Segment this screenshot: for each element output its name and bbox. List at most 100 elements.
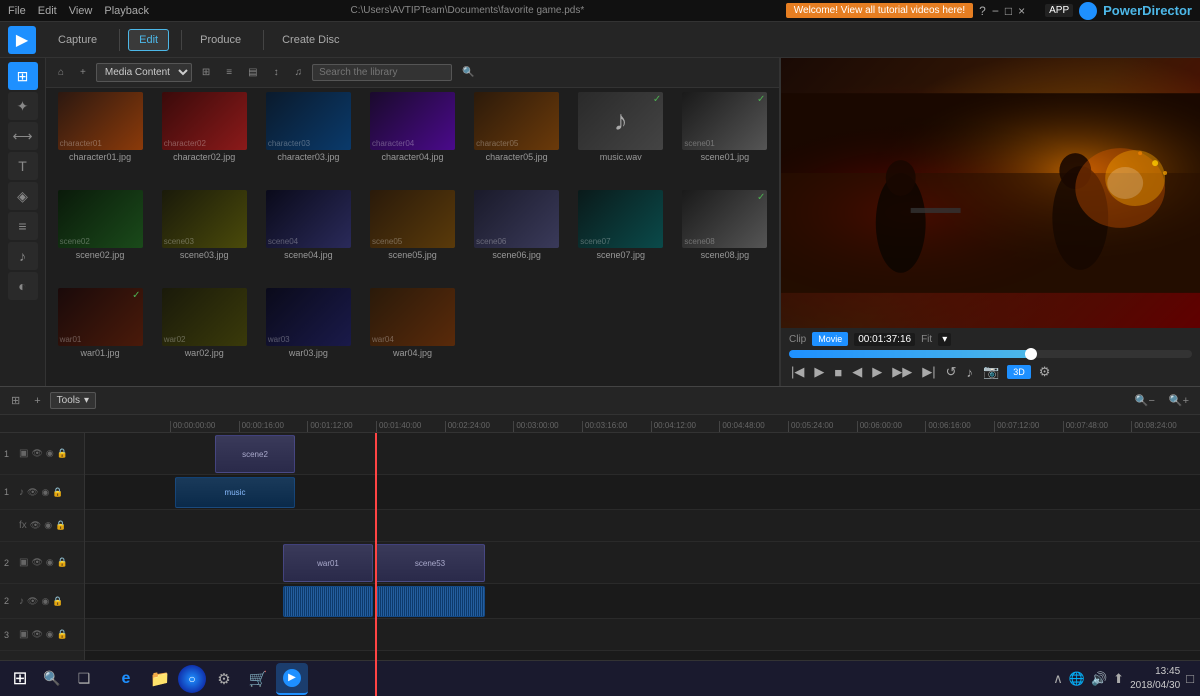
media-item-war2[interactable]: war02war02.jpg [154, 288, 254, 382]
media-item-war4[interactable]: war04war04.jpg [362, 288, 462, 382]
loop-btn[interactable]: ↺ [944, 362, 959, 382]
taskbar-store[interactable]: 🛒 [242, 663, 274, 695]
media-item-scene5[interactable]: scene05scene05.jpg [362, 190, 462, 284]
track-visibility-4[interactable]: 👁 [27, 596, 38, 607]
sidebar-color-icon[interactable]: ◐ [8, 272, 38, 300]
timeline-clip-1[interactable]: music [175, 477, 295, 508]
track-content[interactable]: scene2musicwar01scene53 [85, 433, 1200, 696]
track-visibility-1[interactable]: 👁 [27, 487, 38, 498]
tray-chevron[interactable]: ∧ [1053, 671, 1063, 687]
taskbar-explorer[interactable]: 📁 [144, 663, 176, 695]
timeline-clip-5[interactable] [375, 586, 485, 617]
track-mute-4[interactable]: ◉ [41, 596, 49, 607]
media-item-char2[interactable]: character02character02.jpg [154, 92, 254, 186]
track-mute-5[interactable]: ◉ [46, 629, 54, 640]
track-lock-4[interactable]: 🔒 [52, 596, 63, 607]
media-search-input[interactable] [312, 64, 452, 81]
track-row-2[interactable] [85, 510, 1200, 542]
timeline-add-btn[interactable]: + [29, 393, 45, 409]
search-button[interactable]: 🔍 [38, 665, 66, 693]
track-lock-0[interactable]: 🔒 [57, 448, 68, 459]
media-item-char1[interactable]: character01character01.jpg [50, 92, 150, 186]
media-content-dropdown[interactable]: Media Content [96, 63, 192, 82]
media-item-scene8[interactable]: scene08✓scene08.jpg [675, 190, 775, 284]
stop-btn[interactable]: ■ [832, 363, 844, 382]
prev-frame-btn[interactable]: ◀ [850, 362, 864, 382]
track-mute-0[interactable]: ◉ [46, 448, 54, 459]
next-frame-btn[interactable]: ▶ [870, 362, 884, 382]
media-item-char4[interactable]: character04character04.jpg [362, 92, 462, 186]
track-visibility-5[interactable]: 👁 [31, 629, 42, 640]
media-item-war3[interactable]: war03war03.jpg [258, 288, 358, 382]
track-visibility-0[interactable]: 👁 [31, 448, 42, 459]
sidebar-audio-icon[interactable]: ♪ [8, 242, 38, 270]
go-start-btn[interactable]: |◀ [789, 362, 806, 382]
taskbar-powerdirector[interactable]: ▶ [276, 663, 308, 695]
sidebar-text-icon[interactable]: T [8, 152, 38, 180]
menu-file[interactable]: File [8, 5, 26, 17]
track-lock-3[interactable]: 🔒 [57, 557, 68, 568]
media-item-scene2[interactable]: scene02scene02.jpg [50, 190, 150, 284]
media-sort-btn[interactable]: ↕ [268, 65, 285, 80]
media-item-scene7[interactable]: scene07scene07.jpg [571, 190, 671, 284]
sidebar-media-icon[interactable]: ⊞ [8, 62, 38, 90]
play-btn[interactable]: ▶ [812, 362, 826, 382]
media-item-scene1[interactable]: scene01✓scene01.jpg [675, 92, 775, 186]
media-item-scene4[interactable]: scene04scene04.jpg [258, 190, 358, 284]
audio-btn[interactable]: ♪ [965, 363, 976, 382]
media-item-music[interactable]: ♪✓music.wav [571, 92, 671, 186]
media-item-scene6[interactable]: scene06scene06.jpg [467, 190, 567, 284]
track-row-5[interactable] [85, 619, 1200, 651]
maximize-btn[interactable]: □ [1005, 4, 1012, 18]
settings-btn[interactable]: ⚙ [1037, 362, 1053, 382]
sidebar-chapter-icon[interactable]: ◈ [8, 182, 38, 210]
media-item-char3[interactable]: character03character03.jpg [258, 92, 358, 186]
media-view-btn3[interactable]: ▤ [242, 65, 263, 80]
menu-view[interactable]: View [69, 5, 93, 17]
media-view-btn2[interactable]: ≡ [220, 65, 238, 80]
screenshot-btn[interactable]: 📷 [981, 362, 1001, 382]
track-mute-3[interactable]: ◉ [46, 557, 54, 568]
track-visibility-3[interactable]: 👁 [31, 557, 42, 568]
timeline-tools-dropdown[interactable]: Tools ▾ [50, 392, 96, 409]
help-btn[interactable]: ? [979, 4, 986, 18]
produce-button[interactable]: Produce [190, 30, 251, 50]
fast-fwd-btn[interactable]: ▶▶ [890, 362, 914, 382]
minimize-btn[interactable]: − [992, 4, 999, 18]
start-button[interactable]: ⊞ [6, 665, 34, 693]
media-home-btn[interactable]: ⌂ [52, 65, 70, 80]
tray-charge[interactable]: ⬆ [1113, 671, 1124, 687]
welcome-button[interactable]: Welcome! View all tutorial videos here! [786, 3, 973, 18]
system-clock[interactable]: 13:45 2018/04/30 [1130, 665, 1180, 693]
timeline-clip-2[interactable]: war01 [283, 544, 373, 582]
create-disc-button[interactable]: Create Disc [272, 30, 349, 50]
3d-mode-btn[interactable]: 3D [1007, 365, 1031, 379]
sidebar-transition-icon[interactable]: ⟷ [8, 122, 38, 150]
track-row-3[interactable] [85, 542, 1200, 584]
track-visibility-2[interactable]: 👁 [30, 520, 41, 531]
preview-progress-thumb[interactable] [1025, 348, 1037, 360]
track-row-4[interactable] [85, 584, 1200, 619]
tray-volume[interactable]: 🔊 [1091, 671, 1107, 687]
playhead[interactable] [375, 433, 377, 696]
edit-button[interactable]: Edit [128, 29, 169, 51]
taskbar-edge[interactable]: e [110, 663, 142, 695]
timeline-clip-3[interactable]: scene53 [375, 544, 485, 582]
sidebar-fx-icon[interactable]: ✦ [8, 92, 38, 120]
track-lock-1[interactable]: 🔒 [52, 487, 63, 498]
taskbar-settings[interactable]: ⚙ [208, 663, 240, 695]
menu-edit[interactable]: Edit [38, 5, 57, 17]
timeline-add-track-btn[interactable]: ⊞ [6, 392, 25, 409]
taskbar-cortana[interactable]: ○ [178, 665, 206, 693]
track-lock-2[interactable]: 🔒 [55, 520, 66, 531]
media-search-btn[interactable]: 🔍 [456, 65, 480, 80]
track-mute-2[interactable]: ◉ [44, 520, 52, 531]
sidebar-subtitle-icon[interactable]: ≡ [8, 212, 38, 240]
media-item-war1[interactable]: war01✓war01.jpg [50, 288, 150, 382]
timeline-zoom-out-btn[interactable]: 🔍− [1130, 392, 1160, 409]
timeline-clip-4[interactable] [283, 586, 373, 617]
fit-dropdown[interactable]: ▾ [938, 333, 951, 346]
menu-playback[interactable]: Playback [104, 5, 149, 17]
capture-button[interactable]: Capture [48, 30, 107, 50]
tray-notification[interactable]: □ [1186, 671, 1194, 686]
